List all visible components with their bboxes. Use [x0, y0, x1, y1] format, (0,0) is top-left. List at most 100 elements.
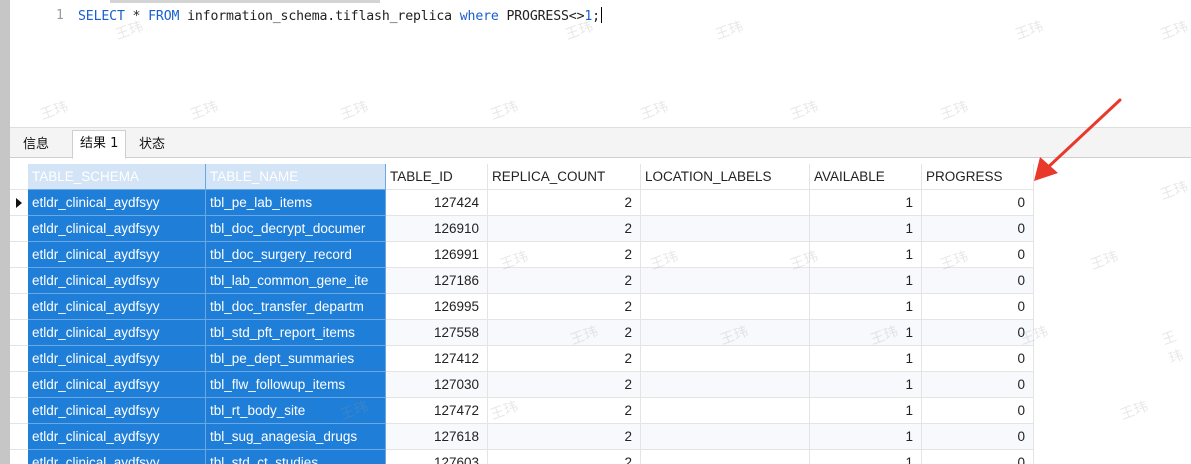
- cell-table-schema[interactable]: etldr_clinical_aydfsyy: [28, 398, 206, 424]
- cell-replica-count[interactable]: 2: [488, 216, 641, 242]
- cell-table-id[interactable]: 126995: [386, 294, 488, 320]
- cell-available[interactable]: 1: [810, 398, 922, 424]
- cell-replica-count[interactable]: 2: [488, 372, 641, 398]
- cell-table-name[interactable]: tbl_pe_lab_items: [206, 190, 386, 216]
- table-row[interactable]: etldr_clinical_aydfsyy tbl_pe_dept_summar…: [10, 346, 1191, 372]
- tab-info[interactable]: 信息: [16, 132, 56, 159]
- column-header-location-labels[interactable]: LOCATION_LABELS: [641, 164, 810, 190]
- cell-table-name[interactable]: tbl_std_pft_report_items: [206, 320, 386, 346]
- row-indicator[interactable]: [10, 398, 28, 424]
- cell-table-schema[interactable]: etldr_clinical_aydfsyy: [28, 242, 206, 268]
- table-row[interactable]: etldr_clinical_aydfsyy tbl_sug_anagesia_d…: [10, 424, 1191, 450]
- column-header-progress[interactable]: PROGRESS: [922, 164, 1034, 190]
- cell-location-labels[interactable]: [641, 190, 810, 216]
- row-indicator[interactable]: [10, 424, 28, 450]
- column-header-available[interactable]: AVAILABLE: [810, 164, 922, 190]
- result-grid[interactable]: TABLE_SCHEMA TABLE_NAME TABLE_ID REPLICA…: [10, 164, 1191, 464]
- cell-progress[interactable]: 0: [922, 398, 1034, 424]
- cell-replica-count[interactable]: 2: [488, 398, 641, 424]
- cell-table-name[interactable]: tbl_lab_common_gene_ite: [206, 268, 386, 294]
- cell-table-schema[interactable]: etldr_clinical_aydfsyy: [28, 216, 206, 242]
- cell-table-id[interactable]: 127030: [386, 372, 488, 398]
- row-indicator[interactable]: [10, 216, 28, 242]
- row-indicator[interactable]: [10, 346, 28, 372]
- cell-table-id[interactable]: 127618: [386, 424, 488, 450]
- cell-table-name[interactable]: tbl_doc_transfer_departm: [206, 294, 386, 320]
- cell-replica-count[interactable]: 2: [488, 450, 641, 464]
- cell-table-name[interactable]: tbl_flw_followup_items: [206, 372, 386, 398]
- cell-progress[interactable]: 0: [922, 268, 1034, 294]
- row-indicator[interactable]: [10, 450, 28, 464]
- row-indicator[interactable]: [10, 372, 28, 398]
- table-row[interactable]: etldr_clinical_aydfsyy tbl_doc_decrypt_do…: [10, 216, 1191, 242]
- table-row[interactable]: etldr_clinical_aydfsyy tbl_lab_common_gen…: [10, 268, 1191, 294]
- cell-available[interactable]: 1: [810, 268, 922, 294]
- cell-location-labels[interactable]: [641, 346, 810, 372]
- cell-table-schema[interactable]: etldr_clinical_aydfsyy: [28, 346, 206, 372]
- table-row[interactable]: etldr_clinical_aydfsyy tbl_pe_lab_items 1 2…: [10, 190, 1191, 216]
- sql-query-line[interactable]: SELECT * FROM information_schema.tiflash…: [78, 7, 602, 24]
- cell-location-labels[interactable]: [641, 242, 810, 268]
- cell-table-id[interactable]: 127186: [386, 268, 488, 294]
- cell-location-labels[interactable]: [641, 450, 810, 464]
- cell-table-schema[interactable]: etldr_clinical_aydfsyy: [28, 268, 206, 294]
- cell-progress[interactable]: 0: [922, 320, 1034, 346]
- column-header-replica-count[interactable]: REPLICA_COUNT: [488, 164, 641, 190]
- cell-replica-count[interactable]: 2: [488, 424, 641, 450]
- tab-status[interactable]: 状态: [132, 132, 172, 159]
- row-indicator[interactable]: [10, 190, 28, 216]
- cell-table-schema[interactable]: etldr_clinical_aydfsyy: [28, 424, 206, 450]
- cell-table-name[interactable]: tbl_sug_anagesia_drugs: [206, 424, 386, 450]
- cell-available[interactable]: 1: [810, 216, 922, 242]
- cell-table-id[interactable]: 127472: [386, 398, 488, 424]
- cell-location-labels[interactable]: [641, 320, 810, 346]
- cell-available[interactable]: 1: [810, 424, 922, 450]
- cell-table-schema[interactable]: etldr_clinical_aydfsyy: [28, 372, 206, 398]
- row-indicator[interactable]: [10, 320, 28, 346]
- cell-replica-count[interactable]: 2: [488, 268, 641, 294]
- cell-table-schema[interactable]: etldr_clinical_aydfsyy: [28, 450, 206, 464]
- cell-replica-count[interactable]: 2: [488, 190, 641, 216]
- cell-replica-count[interactable]: 2: [488, 320, 641, 346]
- cell-replica-count[interactable]: 2: [488, 294, 641, 320]
- cell-table-id[interactable]: 127412: [386, 346, 488, 372]
- table-row[interactable]: etldr_clinical_aydfsyy tbl_doc_transfer_d…: [10, 294, 1191, 320]
- cell-table-schema[interactable]: etldr_clinical_aydfsyy: [28, 190, 206, 216]
- cell-available[interactable]: 1: [810, 320, 922, 346]
- cell-table-name[interactable]: tbl_doc_decrypt_documer: [206, 216, 386, 242]
- cell-available[interactable]: 1: [810, 450, 922, 464]
- cell-location-labels[interactable]: [641, 372, 810, 398]
- cell-progress[interactable]: 0: [922, 294, 1034, 320]
- table-row[interactable]: etldr_clinical_aydfsyy tbl_std_pft_report…: [10, 320, 1191, 346]
- cell-location-labels[interactable]: [641, 268, 810, 294]
- row-indicator[interactable]: [10, 242, 28, 268]
- table-row[interactable]: etldr_clinical_aydfsyy tbl_std_ct_studies…: [10, 450, 1191, 464]
- row-indicator[interactable]: [10, 294, 28, 320]
- cell-available[interactable]: 1: [810, 190, 922, 216]
- cell-available[interactable]: 1: [810, 372, 922, 398]
- table-row[interactable]: etldr_clinical_aydfsyy tbl_doc_surgery_re…: [10, 242, 1191, 268]
- column-header-table-name[interactable]: TABLE_NAME: [206, 164, 386, 190]
- table-row[interactable]: etldr_clinical_aydfsyy tbl_flw_followup_i…: [10, 372, 1191, 398]
- cell-location-labels[interactable]: [641, 424, 810, 450]
- cell-location-labels[interactable]: [641, 398, 810, 424]
- cell-progress[interactable]: 0: [922, 216, 1034, 242]
- cell-progress[interactable]: 0: [922, 372, 1034, 398]
- cell-progress[interactable]: 0: [922, 424, 1034, 450]
- cell-available[interactable]: 1: [810, 346, 922, 372]
- cell-table-name[interactable]: tbl_std_ct_studies: [206, 450, 386, 464]
- table-row[interactable]: etldr_clinical_aydfsyy tbl_rt_body_site 12…: [10, 398, 1191, 424]
- cell-available[interactable]: 1: [810, 294, 922, 320]
- cell-available[interactable]: 1: [810, 242, 922, 268]
- cell-table-name[interactable]: tbl_pe_dept_summaries: [206, 346, 386, 372]
- cell-progress[interactable]: 0: [922, 242, 1034, 268]
- cell-table-name[interactable]: tbl_doc_surgery_record: [206, 242, 386, 268]
- cell-location-labels[interactable]: [641, 216, 810, 242]
- cell-location-labels[interactable]: [641, 294, 810, 320]
- cell-progress[interactable]: 0: [922, 346, 1034, 372]
- cell-table-id[interactable]: 127558: [386, 320, 488, 346]
- cell-table-id[interactable]: 126910: [386, 216, 488, 242]
- cell-table-name[interactable]: tbl_rt_body_site: [206, 398, 386, 424]
- column-header-table-schema[interactable]: TABLE_SCHEMA: [28, 164, 206, 190]
- column-header-table-id[interactable]: TABLE_ID: [386, 164, 488, 190]
